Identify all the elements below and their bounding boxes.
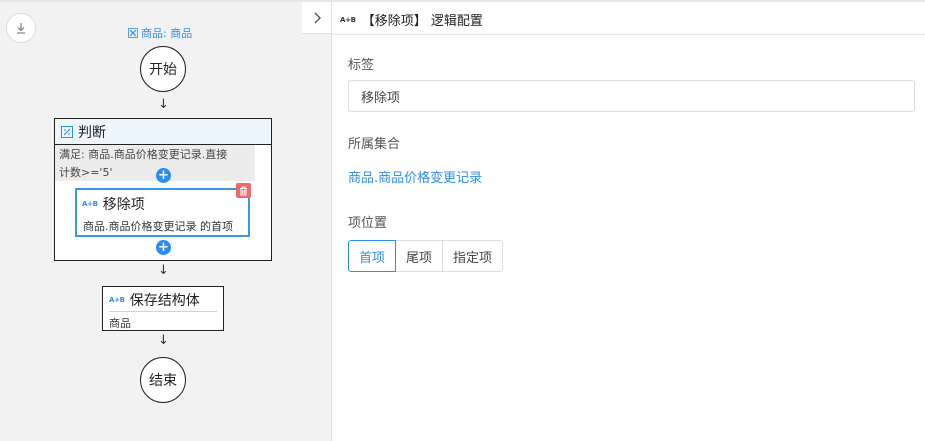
condition-icon <box>61 125 73 138</box>
ab-icon: A+B <box>82 200 98 208</box>
download-button[interactable] <box>6 13 36 43</box>
remove-item-node[interactable]: A+B 移除项 商品.商品价格变更记录 的首项 <box>75 188 250 237</box>
label-field-label: 标签 <box>348 58 375 73</box>
start-label: 开始 <box>149 62 177 78</box>
ab-icon: A+B <box>340 15 356 24</box>
trash-icon <box>240 186 247 195</box>
delete-node-button[interactable] <box>236 183 251 198</box>
flow-title-text: 商品: 商品 <box>141 27 193 40</box>
remove-item-label: 移除项 <box>102 197 145 213</box>
divider <box>109 311 217 312</box>
save-struct-desc: 商品 <box>109 317 131 330</box>
add-step-button[interactable]: + <box>156 240 171 255</box>
collection-link[interactable]: 商品.商品价格变更记录 <box>348 167 482 186</box>
collection-field-label: 所属集合 <box>348 137 401 152</box>
end-label: 结束 <box>149 373 177 389</box>
judge-title: 判断 <box>78 124 106 141</box>
label-input[interactable] <box>348 80 915 112</box>
panel-title: A+B 【移除项】 逻辑配置 <box>340 10 483 29</box>
judge-condition-line2: 计数>='5' <box>59 166 113 179</box>
save-struct-title: A+B 保存结构体 <box>109 290 200 310</box>
save-struct-label: 保存结构体 <box>129 293 200 309</box>
add-step-button[interactable]: + <box>156 168 171 183</box>
position-button-group: 首项 尾项 指定项 <box>348 240 504 272</box>
flow-canvas[interactable]: 商品: 商品 开始 ↓ 判断 满足: 商品.商品价格变更记录.直接 计数>='5… <box>0 2 332 441</box>
ab-icon: A+B <box>109 296 125 304</box>
position-first-button[interactable]: 首项 <box>348 240 397 272</box>
flow-title: 商品: 商品 <box>128 25 192 41</box>
arrow-icon: ↓ <box>158 263 169 278</box>
judge-condition-line1: 满足: 商品.商品价格变更记录.直接 <box>59 148 228 161</box>
judge-header: 判断 <box>55 119 271 145</box>
remove-item-desc: 商品.商品价格变更记录 的首项 <box>83 220 233 233</box>
position-field-label: 项位置 <box>348 216 388 231</box>
collapse-panel-button[interactable] <box>302 2 332 34</box>
end-node[interactable]: 结束 <box>140 357 186 403</box>
arrow-icon: ↓ <box>158 333 169 348</box>
arrow-icon: ↓ <box>158 97 169 112</box>
chevron-right-icon <box>314 12 321 23</box>
download-icon <box>17 23 25 34</box>
position-last-button[interactable]: 尾项 <box>395 240 444 272</box>
panel-title-text: 【移除项】 逻辑配置 <box>361 14 483 29</box>
judge-condition: 满足: 商品.商品价格变更记录.直接 计数>='5' <box>55 145 255 181</box>
struct-icon <box>128 28 138 38</box>
start-node[interactable]: 开始 <box>140 46 186 92</box>
remove-item-title: A+B 移除项 <box>82 194 145 214</box>
config-panel: A+B 【移除项】 逻辑配置 标签 所属集合 商品.商品价格变更记录 项位置 首… <box>332 2 925 441</box>
panel-header: A+B 【移除项】 逻辑配置 <box>332 2 925 35</box>
save-struct-node[interactable]: A+B 保存结构体 商品 <box>102 286 224 331</box>
position-specified-button[interactable]: 指定项 <box>442 240 504 272</box>
